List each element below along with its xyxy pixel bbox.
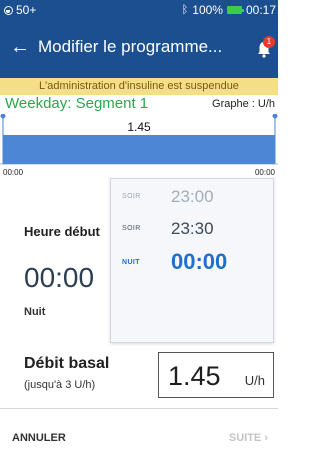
picker-option-time: 23:00 xyxy=(171,187,214,206)
app-header: ← Modifier le programme... 1 xyxy=(0,20,278,78)
pod-status: 50+ xyxy=(4,3,36,17)
battery-percent: 100% xyxy=(192,3,223,17)
chart-data-label: 1.45 xyxy=(127,120,151,134)
basal-rate-value: 1.45 xyxy=(168,361,221,391)
battery-icon xyxy=(226,6,244,14)
pod-label: 50+ xyxy=(16,3,37,17)
chart-right-marker xyxy=(272,114,278,119)
chart-tick-label: 00:00 xyxy=(255,168,276,177)
clock: 00:17 xyxy=(245,3,276,17)
status-right: ᛒ 100% 00:17 xyxy=(182,3,276,17)
graph-unit-label: Graphe : U/h xyxy=(212,98,275,110)
basal-rate-input[interactable]: 1.45 U/h xyxy=(158,352,274,398)
time-picker[interactable]: SOIR 23:00 SOIR 23:30 NUIT 00:00 xyxy=(110,178,274,343)
chart-left-marker xyxy=(0,114,6,119)
start-time-label: Heure début xyxy=(24,224,100,239)
picker-option-period: SOIR xyxy=(122,225,141,232)
bluetooth-icon: ᛒ xyxy=(181,4,189,16)
basal-chart: 1.45 00:00 00:00 xyxy=(0,114,278,177)
picker-option-time: 00:00 xyxy=(171,249,228,274)
picker-option-period: NUIT xyxy=(122,259,140,266)
picker-option-selected[interactable]: NUIT 00:00 xyxy=(111,247,273,277)
picker-option-period: SOIR xyxy=(122,193,141,200)
picker-option[interactable]: SOIR 23:00 xyxy=(111,185,273,207)
basal-rate-max: (jusqu'à 3 U/h) xyxy=(24,379,96,391)
picker-option[interactable]: SOIR 23:30 xyxy=(111,217,273,239)
basal-rate-label: Débit basal xyxy=(24,355,110,372)
chart-basal-area xyxy=(3,135,275,164)
page-title: Modifier le programme... xyxy=(38,37,223,56)
start-time-period: Nuit xyxy=(24,306,46,318)
next-label: SUITE xyxy=(228,432,262,444)
basal-rate-unit: U/h xyxy=(244,373,265,388)
picker-option-time: 23:30 xyxy=(171,219,214,238)
notification-badge: 1 xyxy=(263,36,275,48)
segment-title: Weekday: Segment 1 xyxy=(5,95,149,112)
cancel-button[interactable]: ANNULER xyxy=(12,432,66,444)
chart-tick-label: 00:00 xyxy=(3,168,24,177)
back-arrow-icon[interactable]: ← xyxy=(10,36,30,59)
chevron-right-icon: › xyxy=(264,432,268,444)
start-time-value: 00:00 xyxy=(24,262,95,293)
footer-divider xyxy=(0,408,278,409)
status-bar: 50+ ᛒ 100% 00:17 xyxy=(0,0,278,20)
suspended-banner: L'administration d'insuline est suspendu… xyxy=(0,78,278,95)
next-button[interactable]: SUITE › xyxy=(229,432,268,444)
pod-icon xyxy=(4,5,13,15)
